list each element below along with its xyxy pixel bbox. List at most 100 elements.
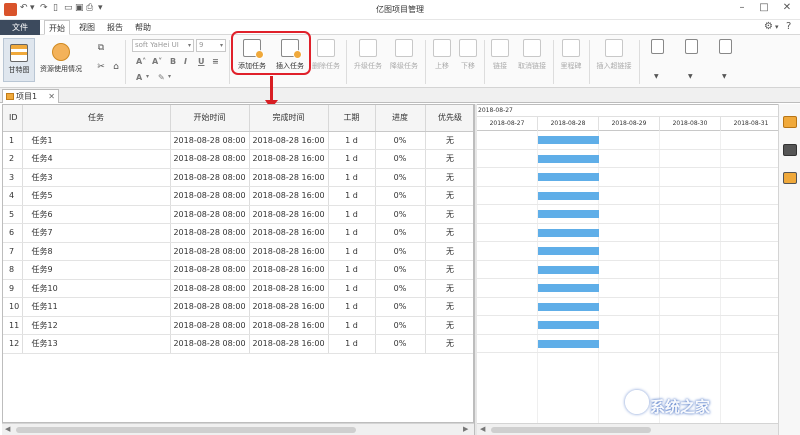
cell-id[interactable]: 7 [3,242,23,261]
cell-progress[interactable]: 0% [375,205,426,224]
table-row[interactable]: 7 任务8 2018-08-28 08:00 2018-08-28 16:00 1 d0… [3,242,473,261]
cell-priority[interactable]: 无 [425,149,473,169]
maximize-icon[interactable]: □ [756,2,772,13]
cell-priority[interactable]: 无 [425,316,473,335]
tab-project1[interactable]: 项目1 ✕ [2,89,59,103]
downgrade-task-button[interactable]: 降级任务 [386,39,422,71]
cell-id[interactable]: 9 [3,279,23,298]
cell-duration[interactable]: 1 d [328,316,376,335]
table-row[interactable]: 1 任务1 2018-08-28 08:00 2018-08-28 16:00 1 d0… [3,131,473,150]
table-row[interactable]: 5 任务6 2018-08-28 08:00 2018-08-28 16:00 1 d0… [3,205,473,224]
font-size-select[interactable]: 9 ▾ [196,39,226,52]
gantt-task-bar[interactable] [538,302,599,311]
cell-progress[interactable]: 0% [375,131,426,150]
font-family-select[interactable]: soft YaHei UI ▾ [132,39,194,52]
table-row[interactable]: 4 任务5 2018-08-28 08:00 2018-08-28 16:00 1 d0… [3,186,473,206]
cell-duration[interactable]: 1 d [328,260,376,280]
column-header-progress[interactable]: 进度 [375,105,426,132]
gantt-scroll-thumb[interactable] [491,427,651,433]
cell-task-name[interactable]: 任务9 [22,260,171,280]
help-icon[interactable]: ? [786,21,791,32]
align-icon[interactable]: ≡ [212,57,219,66]
column-header-priority[interactable]: 优先级 [425,105,473,132]
cell-priority[interactable]: 无 [425,242,473,261]
cell-start-time[interactable]: 2018-08-28 08:00 [170,316,250,335]
gear-icon[interactable]: ⚙ [764,21,773,32]
resource-usage-button[interactable]: 资源使用情况 [36,38,86,82]
column-header-start[interactable]: 开始时间 [170,105,250,132]
highlight-color-icon[interactable]: ✎ [158,73,165,82]
unlink-button[interactable]: 取消链接 [514,39,550,71]
column-header-id[interactable]: ID [3,105,23,132]
gantt-task-bar[interactable] [538,154,599,163]
cell-duration[interactable]: 1 d [328,334,376,354]
cell-start-time[interactable]: 2018-08-28 08:00 [170,205,250,224]
move-down-button[interactable]: 下移 [456,39,480,71]
cell-id[interactable]: 5 [3,205,23,224]
cell-duration[interactable]: 1 d [328,242,376,261]
cell-progress[interactable]: 0% [375,297,426,317]
cell-task-name[interactable]: 任务3 [22,168,171,187]
table-row[interactable]: 2 任务4 2018-08-28 08:00 2018-08-28 16:00 1 d0… [3,149,473,169]
close-tab-icon[interactable]: ✕ [48,90,55,103]
cell-task-name[interactable]: 任务12 [22,316,171,335]
attachment-button[interactable] [682,39,700,54]
cell-id[interactable]: 6 [3,223,23,243]
table-row[interactable]: 10 任务11 2018-08-28 08:00 2018-08-28 16:00 1 … [3,297,473,317]
resource-panel-icon[interactable] [783,172,797,184]
cell-duration[interactable]: 1 d [328,168,376,187]
decrease-font-icon[interactable]: A˅ [152,57,162,66]
cell-duration[interactable]: 1 d [328,131,376,150]
cell-start-time[interactable]: 2018-08-28 08:00 [170,186,250,206]
cell-finish-time[interactable]: 2018-08-28 16:00 [249,205,329,224]
table-row[interactable]: 9 任务10 2018-08-28 08:00 2018-08-28 16:00 1 d… [3,279,473,298]
cell-finish-time[interactable]: 2018-08-28 16:00 [249,316,329,335]
increase-font-icon[interactable]: A˄ [136,57,146,66]
tab-report[interactable]: 报告 [103,20,127,35]
gantt-task-bar[interactable] [538,321,599,329]
table-horizontal-scrollbar[interactable]: ◀ ▶ [2,423,474,435]
close-icon[interactable]: ✕ [779,2,795,13]
cell-finish-time[interactable]: 2018-08-28 16:00 [249,186,329,206]
table-row[interactable]: 12 任务13 2018-08-28 08:00 2018-08-28 16:00 1 … [3,334,473,354]
upgrade-task-button[interactable]: 升级任务 [350,39,386,71]
cell-start-time[interactable]: 2018-08-28 08:00 [170,131,250,150]
cell-task-name[interactable]: 任务6 [22,205,171,224]
cell-duration[interactable]: 1 d [328,186,376,206]
highlight-dropdown-icon[interactable]: ▾ [168,73,171,80]
cell-progress[interactable]: 0% [375,316,426,335]
briefcase-icon[interactable] [783,144,797,156]
note-dropdown-icon[interactable]: ▼ [654,73,659,80]
cell-start-time[interactable]: 2018-08-28 08:00 [170,279,250,298]
cell-id[interactable]: 12 [3,334,23,354]
font-color-dropdown-icon[interactable]: ▾ [146,73,149,80]
cell-start-time[interactable]: 2018-08-28 08:00 [170,260,250,280]
format-painter-icon[interactable]: ⌂ [111,62,121,72]
gantt-task-bar[interactable] [538,247,599,255]
column-header-finish[interactable]: 完成时间 [249,105,329,132]
gantt-task-bar[interactable] [538,228,599,237]
milestone-button[interactable]: 里程碑 [556,39,586,71]
cell-priority[interactable]: 无 [425,186,473,206]
table-row[interactable]: 6 任务7 2018-08-28 08:00 2018-08-28 16:00 1 d0… [3,223,473,243]
cell-priority[interactable]: 无 [425,168,473,187]
gantt-task-bar[interactable] [538,284,599,292]
copy-icon[interactable]: ⧉ [96,43,106,53]
gantt-task-bar[interactable] [538,173,599,181]
cell-id[interactable]: 3 [3,168,23,187]
move-up-button[interactable]: 上移 [430,39,454,71]
cell-id[interactable]: 4 [3,186,23,206]
gantt-horizontal-scrollbar[interactable]: ◀ [477,423,778,435]
cell-finish-time[interactable]: 2018-08-28 16:00 [249,168,329,187]
cell-finish-time[interactable]: 2018-08-28 16:00 [249,260,329,280]
cell-progress[interactable]: 0% [375,186,426,206]
cell-progress[interactable]: 0% [375,149,426,169]
cell-priority[interactable]: 无 [425,205,473,224]
gantt-task-bar[interactable] [538,191,599,200]
cell-duration[interactable]: 1 d [328,279,376,298]
table-scroll-thumb[interactable] [16,427,356,433]
gantt-task-bar[interactable] [538,265,599,274]
tab-start[interactable]: 开始 [44,20,70,35]
cell-finish-time[interactable]: 2018-08-28 16:00 [249,131,329,150]
gantt-view-button[interactable]: 甘特图 [3,38,35,82]
